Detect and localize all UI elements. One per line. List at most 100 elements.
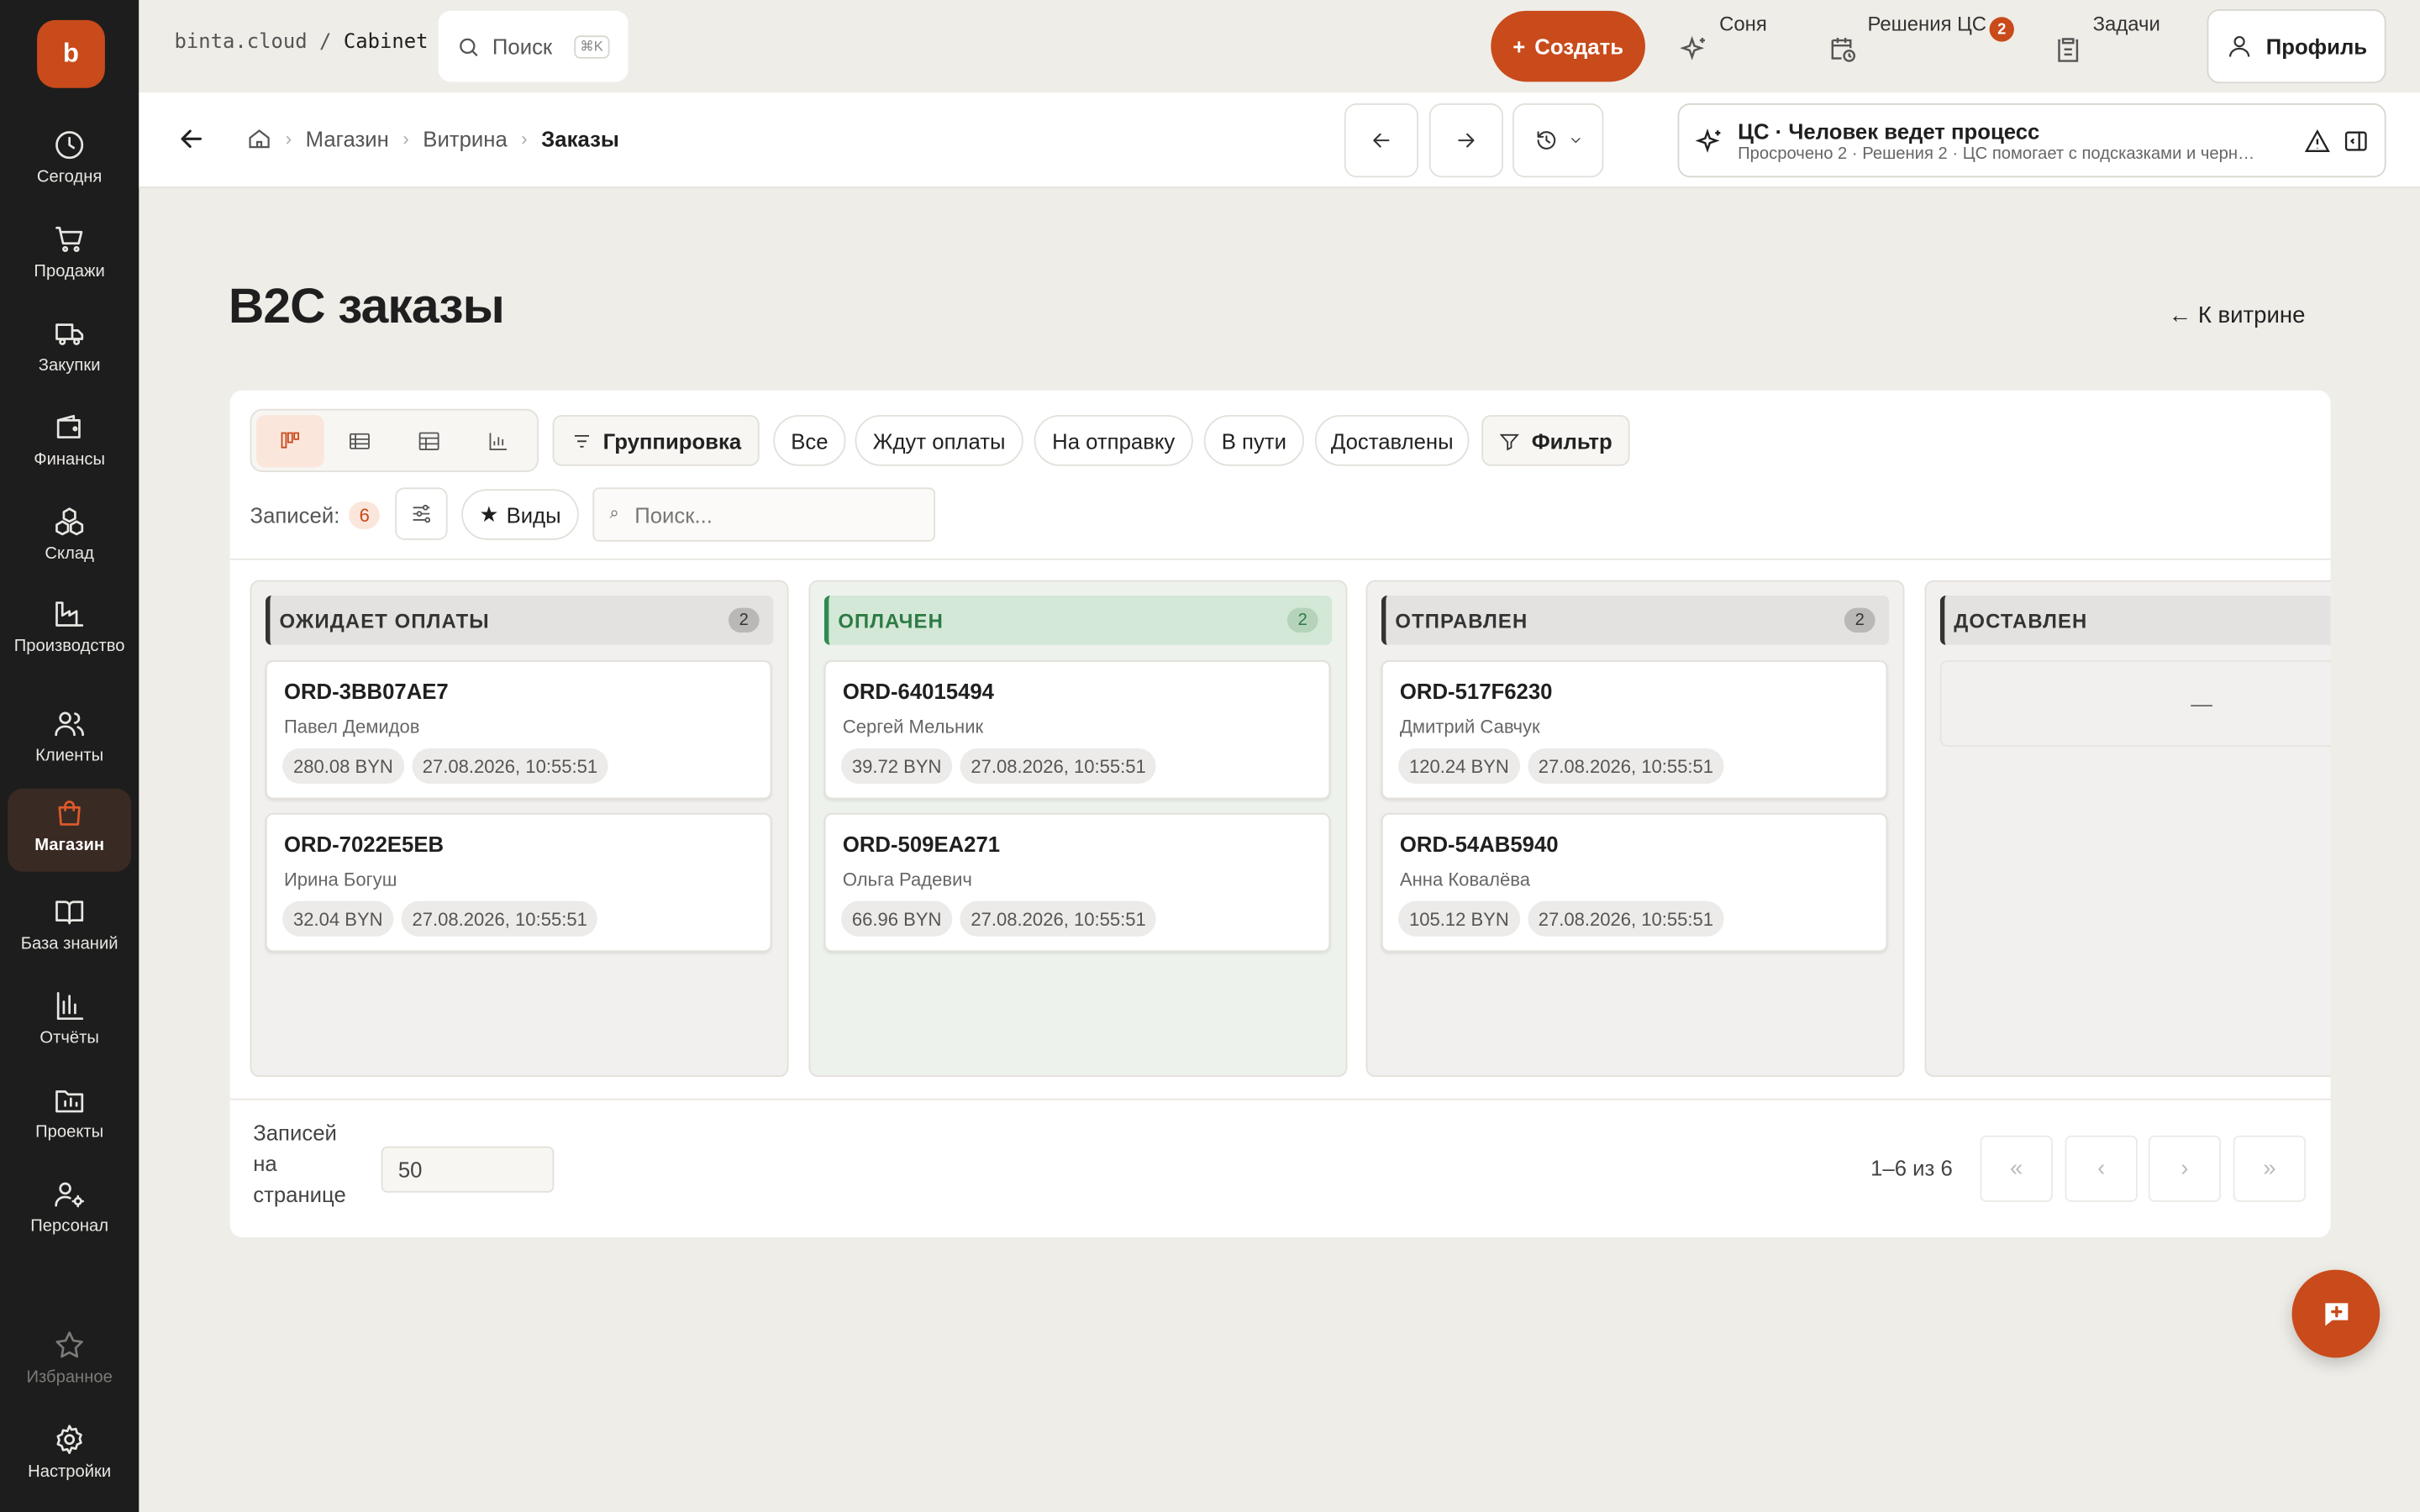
breadcrumb-showcase[interactable]: Витрина — [423, 127, 507, 151]
empty-column-placeholder: — — [1939, 660, 2331, 747]
order-id: ORD-64015494 — [842, 679, 994, 704]
order-date: 27.08.2026, 10:55:51 — [1527, 900, 1724, 937]
sidebar-item-purchases[interactable]: Закупки — [8, 308, 131, 391]
clipboard-icon — [2058, 38, 2079, 62]
order-amount: 66.96 BYN — [841, 900, 953, 937]
customer-name: Сергей Мельник — [842, 716, 984, 738]
grouping-button[interactable]: Группировка — [552, 415, 760, 466]
sidebar-item-finance[interactable]: Финансы — [8, 402, 131, 486]
history-forward-button[interactable] — [1428, 103, 1503, 178]
sidebar-item-today[interactable]: Сегодня — [8, 120, 131, 203]
view-grid-button[interactable] — [395, 415, 463, 467]
first-page-button[interactable]: « — [1980, 1135, 2053, 1202]
shopping-bag-icon — [58, 801, 81, 826]
star-icon: ★ — [479, 501, 499, 527]
arrow-right-icon — [1458, 133, 1475, 148]
sidebar-item-clients[interactable]: Клиенты — [8, 699, 131, 782]
customer-name: Ольга Радевич — [842, 869, 972, 890]
kanban-icon — [281, 432, 300, 449]
breadcrumb-shop[interactable]: Магазин — [306, 127, 389, 151]
view-table-button[interactable] — [326, 415, 394, 467]
page-title: B2C заказы — [228, 277, 505, 333]
column-header: ОТПРАВЛЕН 2 — [1381, 595, 1890, 645]
sidebar-item-label: Проекты — [35, 1123, 104, 1142]
shortcut-hint: ⌘K — [573, 34, 610, 58]
workspace-path[interactable]: binta.cloud / Cabinet — [175, 31, 429, 55]
history-back-button[interactable] — [1344, 103, 1418, 178]
order-date: 27.08.2026, 10:55:51 — [960, 748, 1157, 785]
sidebar-item-staff[interactable]: Персонал — [8, 1169, 131, 1252]
sidebar-item-label: Персонал — [30, 1217, 109, 1236]
last-page-button[interactable]: » — [2233, 1135, 2307, 1202]
order-date: 27.08.2026, 10:55:51 — [1527, 748, 1724, 785]
decisions-badge: 2 — [1989, 17, 2014, 42]
customer-name: Дмитрий Савчук — [1399, 716, 1540, 738]
board-search-input[interactable]: ⌕ Поиск... — [592, 487, 936, 542]
order-amount: 120.24 BYN — [1398, 748, 1520, 785]
sidebar-item-projects[interactable]: Проекты — [8, 1075, 131, 1158]
assistant-sonya-button[interactable]: Соня — [1679, 13, 1767, 81]
view-switcher — [250, 408, 539, 473]
order-date: 27.08.2026, 10:55:51 — [401, 900, 598, 937]
sidebar-item-settings[interactable]: Настройки — [8, 1415, 131, 1498]
profile-button[interactable]: Профиль — [2207, 9, 2386, 84]
filter-chip-in-transit[interactable]: В пути — [1203, 415, 1305, 466]
views-button[interactable]: ★ Виды — [461, 489, 579, 540]
sidebar-item-reports[interactable]: Отчёты — [8, 981, 131, 1064]
order-card[interactable]: ORD-7022E5EB Ирина Богуш 32.04 BYN 27.08.… — [265, 812, 772, 953]
order-card[interactable]: ORD-64015494 Сергей Мельник 39.72 BYN 27.… — [823, 660, 1331, 800]
filter-chip-delivered[interactable]: Доставлены — [1314, 415, 1470, 466]
global-search[interactable]: Поиск ⌘K — [438, 10, 629, 82]
view-kanban-button[interactable] — [255, 415, 324, 468]
warning-icon[interactable] — [2304, 128, 2330, 154]
filter-chip-awaiting-payment[interactable]: Ждут оплаты — [855, 415, 1023, 466]
sidebar-item-production[interactable]: Производство — [8, 590, 131, 682]
bar-chart-icon — [56, 992, 84, 1021]
sparkles-icon — [1680, 35, 1705, 60]
sidebar-item-label: Склад — [45, 544, 94, 564]
order-amount: 105.12 BYN — [1398, 900, 1520, 937]
next-page-button[interactable]: › — [2148, 1135, 2222, 1202]
back-to-showcase-link[interactable]: ← К витрине — [2169, 302, 2306, 328]
cs-title: ЦС · Человек ведет процесс — [1738, 118, 2040, 144]
filter-chip-all[interactable]: Все — [773, 415, 846, 466]
prev-page-button[interactable]: ‹ — [2065, 1135, 2138, 1202]
divider — [229, 1098, 2331, 1100]
order-card[interactable]: ORD-509EA271 Ольга Радевич 66.96 BYN 27.0… — [823, 812, 1331, 953]
brand-logo[interactable]: b — [37, 19, 105, 88]
filter-icon — [1500, 433, 1520, 450]
sidebar-item-shop[interactable]: Магазин — [8, 788, 132, 872]
order-card[interactable]: ORD-517F6230 Дмитрий Савчук 120.24 BYN 27… — [1381, 660, 1888, 800]
decisions-button[interactable]: Решения ЦС — [1828, 13, 1986, 81]
order-card[interactable]: ORD-3BB07AE7 Павел Демидов 280.08 BYN 27.… — [265, 660, 772, 800]
home-icon[interactable] — [247, 127, 271, 151]
sidebar-item-warehouse[interactable]: Склад — [8, 496, 131, 580]
feedback-chat-button[interactable] — [2291, 1269, 2381, 1358]
column-header: ОПЛАЧЕН 2 — [823, 595, 1333, 645]
customer-name: Павел Демидов — [283, 716, 420, 738]
sidebar-item-knowledge-base[interactable]: База знаний — [8, 887, 131, 970]
back-arrow-icon[interactable] — [176, 123, 207, 155]
sidebar-item-favorites[interactable]: Избранное — [8, 1320, 131, 1404]
column-count: 2 — [1286, 607, 1318, 633]
sidebar-item-label: Клиенты — [35, 746, 104, 766]
history-icon — [1536, 131, 1555, 150]
view-chart-button[interactable] — [465, 415, 533, 467]
sidebar-item-sales[interactable]: Продажи — [8, 214, 131, 297]
column-settings-button[interactable] — [395, 487, 448, 540]
tasks-button[interactable]: Задачи — [2053, 13, 2160, 81]
order-date: 27.08.2026, 10:55:51 — [411, 748, 608, 785]
cs-status-panel[interactable]: ЦС · Человек ведет процесс Просрочено 2 … — [1677, 103, 2386, 178]
breadcrumb-separator: › — [521, 128, 528, 150]
filter-chip-to-ship[interactable]: На отправку — [1034, 415, 1193, 466]
per-page-input[interactable]: 50 — [381, 1146, 555, 1193]
order-card[interactable]: ORD-54AB5940 Анна Ковалёва 105.12 BYN 27.… — [1381, 812, 1888, 953]
create-button[interactable]: + Создать — [1491, 10, 1645, 82]
plus-icon: + — [1512, 34, 1526, 59]
history-menu-button[interactable] — [1512, 103, 1604, 178]
users-icon — [55, 711, 84, 737]
factory-icon — [55, 601, 84, 627]
panel-toggle-icon[interactable] — [2343, 128, 2369, 154]
filter-button[interactable]: Фильтр — [1481, 415, 1630, 466]
order-date: 27.08.2026, 10:55:51 — [960, 900, 1157, 937]
